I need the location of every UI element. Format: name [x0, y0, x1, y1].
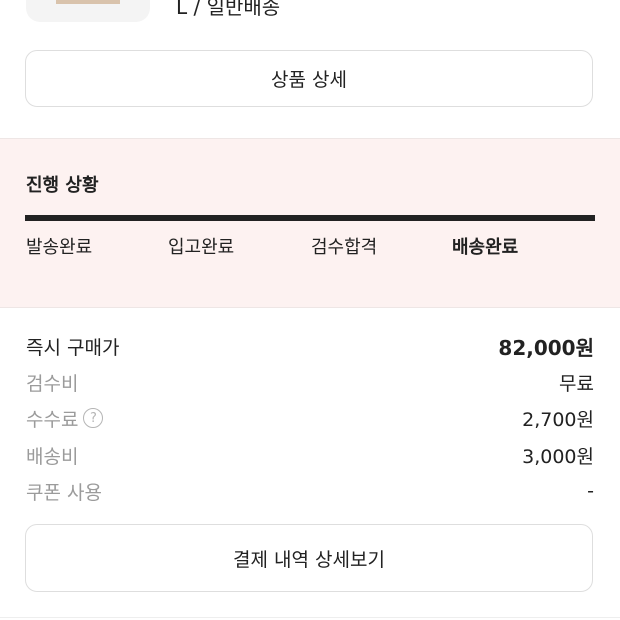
price-label: 검수비	[26, 372, 79, 395]
price-row-instant-buy: 즉시 구매가 82,000원	[26, 332, 594, 360]
price-label: 쿠폰 사용	[26, 481, 102, 504]
price-value: 2,700원	[522, 408, 594, 431]
price-value: 무료	[559, 372, 594, 395]
divider	[0, 617, 620, 618]
product-option-text: L / 일반배송	[176, 0, 281, 19]
price-value: 3,000원	[522, 445, 594, 468]
price-value: 82,000원	[498, 335, 594, 360]
price-row-shipping-fee: 배송비 3,000원	[26, 441, 594, 469]
price-label: 즉시 구매가	[26, 336, 120, 359]
progress-step-shipped: 발송완료	[26, 237, 93, 258]
payment-detail-button[interactable]: 결제 내역 상세보기	[25, 524, 593, 592]
progress-title: 진행 상황	[26, 175, 99, 196]
progress-step-inspected: 검수합격	[311, 237, 378, 258]
product-thumbnail[interactable]	[26, 0, 150, 22]
price-row-commission: 수수료 ? 2,700원	[26, 404, 594, 432]
price-label-wrap: 수수료 ?	[26, 405, 104, 432]
progress-step-delivered: 배송완료	[452, 237, 519, 258]
progress-bar	[25, 215, 595, 221]
product-detail-button[interactable]: 상품 상세	[25, 50, 593, 107]
progress-bar-fill	[25, 215, 595, 221]
price-row-coupon: 쿠폰 사용 -	[26, 477, 594, 505]
progress-step-received: 입고완료	[168, 237, 235, 258]
progress-section: 진행 상황 발송완료 입고완료 검수합격 배송완료	[0, 138, 620, 308]
price-label: 수수료	[26, 408, 79, 431]
price-row-inspection-fee: 검수비 무료	[26, 368, 594, 396]
product-image	[56, 0, 120, 4]
help-icon[interactable]: ?	[83, 408, 104, 428]
price-value: -	[587, 480, 594, 502]
price-label: 배송비	[26, 445, 79, 468]
order-detail-page: L / 일반배송 상품 상세 진행 상황 발송완료 입고완료 검수합격 배송완료…	[0, 0, 620, 620]
